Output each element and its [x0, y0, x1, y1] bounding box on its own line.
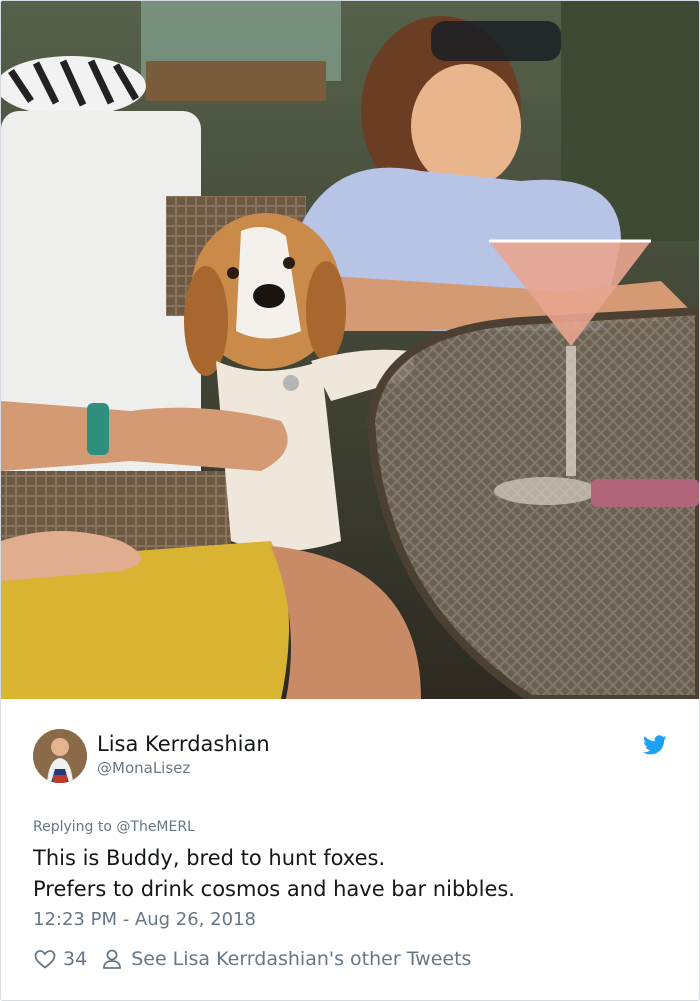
like-count: 34 [63, 948, 88, 970]
tweet-header: Lisa Kerrdashian @MonaLisez [33, 729, 673, 789]
tweet-text-line: Prefers to drink cosmos and have bar nib… [33, 877, 515, 901]
twitter-bird-icon[interactable] [643, 733, 667, 757]
tweet-photo[interactable] [1, 1, 699, 699]
tweet-actions: 34 See Lisa Kerrdashian's other Tweets [33, 947, 471, 971]
tweet-body: Lisa Kerrdashian @MonaLisez Replying to … [1, 699, 699, 1000]
person-icon[interactable] [101, 947, 123, 971]
avatar[interactable] [33, 729, 87, 783]
heart-icon[interactable] [33, 947, 57, 971]
other-tweets-link[interactable]: See Lisa Kerrdashian's other Tweets [131, 948, 471, 970]
replying-to-handle[interactable]: @TheMERL [116, 819, 195, 835]
replying-prefix: Replying to [33, 819, 112, 835]
replying-to-line: Replying to @TheMERL [33, 819, 195, 835]
author-name[interactable]: Lisa Kerrdashian [97, 732, 270, 756]
tweet-card: Lisa Kerrdashian @MonaLisez Replying to … [0, 0, 700, 1001]
tweet-text: This is Buddy, bred to hunt foxes. Prefe… [33, 843, 515, 905]
tweet-timestamp[interactable]: 12:23 PM - Aug 26, 2018 [33, 909, 256, 930]
tweet-text-line: This is Buddy, bred to hunt foxes. [33, 846, 386, 870]
author-handle[interactable]: @MonaLisez [97, 759, 190, 777]
